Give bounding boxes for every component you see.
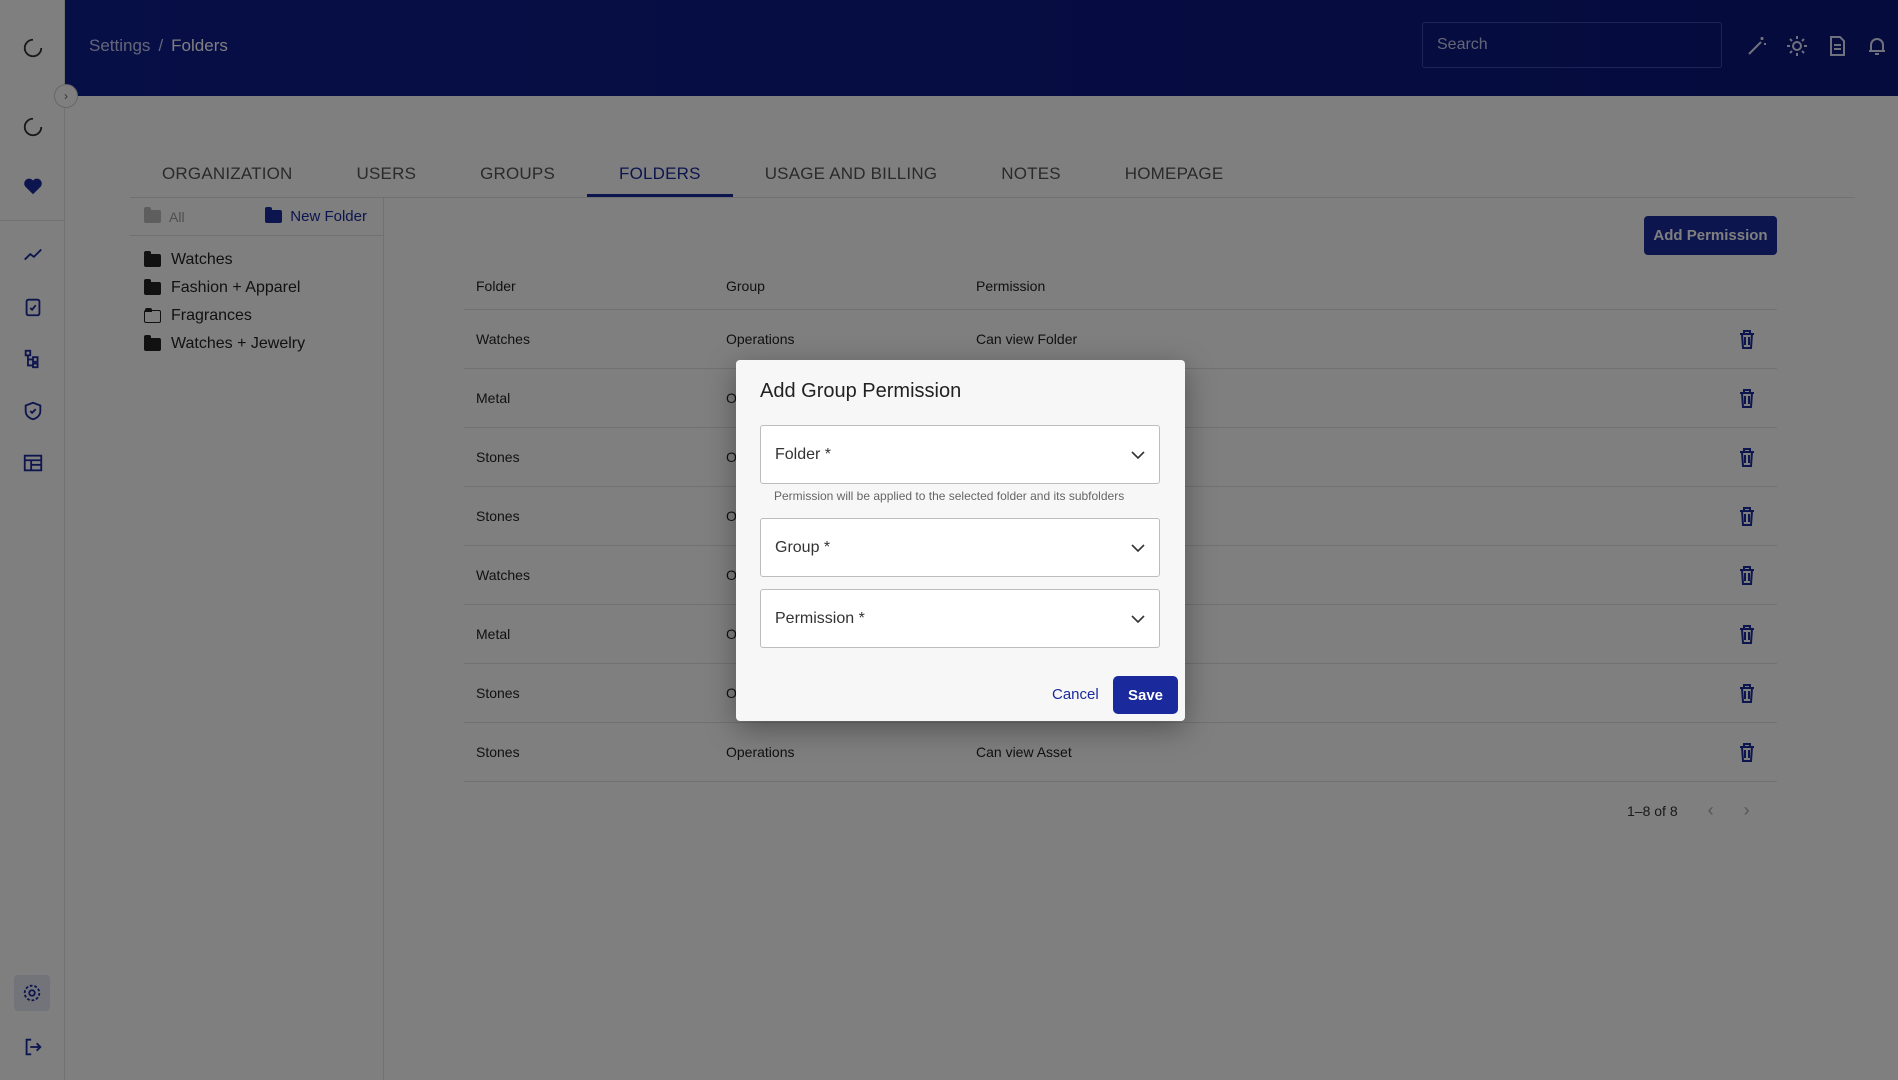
- chevron-down-icon: [1131, 543, 1145, 552]
- permission-select[interactable]: Permission *: [760, 589, 1160, 648]
- add-group-permission-dialog: Add Group Permission Folder * Permission…: [736, 360, 1185, 721]
- folder-select[interactable]: Folder *: [760, 425, 1160, 484]
- chevron-down-icon: [1131, 614, 1145, 623]
- dialog-title: Add Group Permission: [760, 380, 962, 402]
- group-select[interactable]: Group *: [760, 518, 1160, 577]
- chevron-down-icon: [1131, 450, 1145, 459]
- cancel-button[interactable]: Cancel: [1052, 686, 1099, 703]
- save-button[interactable]: Save: [1113, 676, 1178, 714]
- folder-helper-text: Permission will be applied to the select…: [774, 489, 1125, 503]
